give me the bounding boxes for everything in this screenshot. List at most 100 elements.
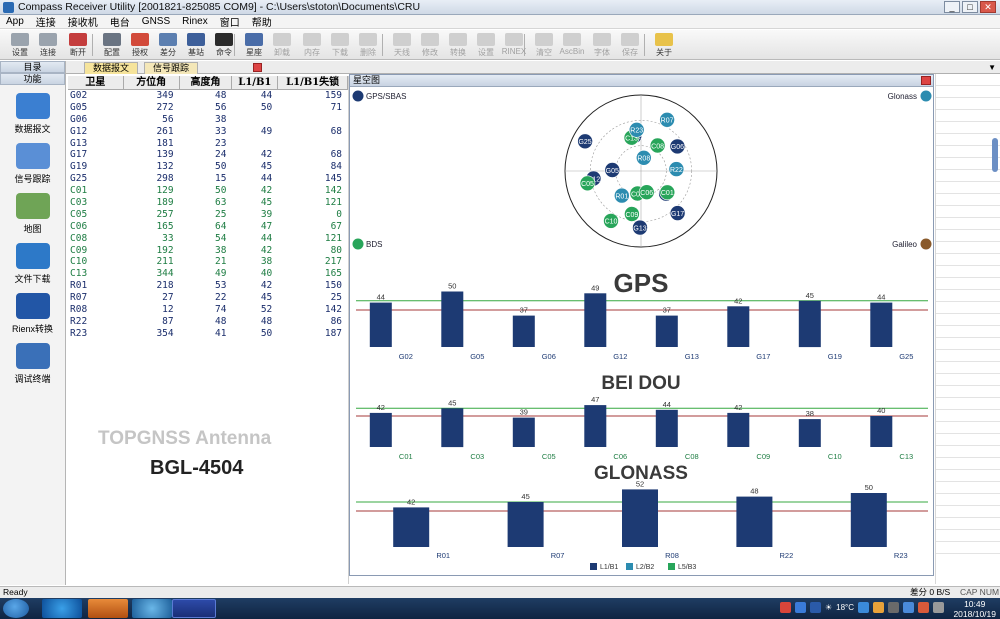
- command-icon: [215, 33, 233, 46]
- search-taskbar-icon[interactable]: [132, 599, 172, 618]
- tab-close-icon[interactable]: [253, 63, 262, 72]
- cell-az: 349: [156, 90, 174, 101]
- skyview-close-icon[interactable]: [921, 76, 931, 85]
- col-elevation[interactable]: 高度角: [180, 76, 233, 89]
- table-row[interactable]: C01 129 50 42 142: [68, 185, 348, 197]
- menu-item-7[interactable]: 帮助: [246, 14, 278, 29]
- menu-item-1[interactable]: 连接: [30, 14, 62, 29]
- toolbar-button-14[interactable]: 修改: [416, 33, 444, 59]
- toolbar-button-19[interactable]: AscBin: [558, 33, 586, 59]
- toolbar-button-6[interactable]: 基站: [182, 33, 210, 59]
- col-l1b1[interactable]: L1/B1: [232, 76, 279, 89]
- minimize-button[interactable]: _: [944, 1, 960, 13]
- toolbar-button-7[interactable]: 命令: [210, 33, 238, 59]
- app-taskbar-icon[interactable]: [88, 599, 128, 618]
- table-row[interactable]: C10 211 21 38 217: [68, 256, 348, 268]
- toolbar-button-15[interactable]: 转换: [444, 33, 472, 59]
- function-header[interactable]: 功能: [0, 73, 65, 85]
- mail-icon: [15, 93, 50, 119]
- legend-label: L1/B1: [600, 564, 618, 571]
- table-row[interactable]: G06 56 38: [68, 114, 348, 126]
- table-row[interactable]: C08 33 54 44 121: [68, 233, 348, 245]
- table-row[interactable]: C06 165 64 47 67: [68, 221, 348, 233]
- cell-el: 48: [214, 90, 227, 101]
- table-row[interactable]: R07 27 22 45 25: [68, 292, 348, 304]
- ie-taskbar-icon[interactable]: [42, 599, 82, 618]
- function-item-1[interactable]: 信号跟踪: [0, 143, 65, 185]
- cru-taskbar-icon[interactable]: [172, 599, 216, 618]
- maximize-button[interactable]: □: [962, 1, 978, 13]
- cell-el: 48: [214, 315, 227, 327]
- table-row[interactable]: G19 132 50 45 84: [68, 161, 348, 173]
- col-lock-loss[interactable]: L1/B1失锁: [278, 76, 348, 89]
- bar-category-label: G12: [613, 352, 627, 361]
- function-item-0[interactable]: 数据报文: [0, 93, 65, 135]
- toolbar-button-11[interactable]: 下载: [326, 33, 354, 59]
- table-row[interactable]: G02 349 48 44 159: [68, 90, 348, 102]
- menu-item-3[interactable]: 电台: [104, 14, 136, 29]
- toolbar-button-22[interactable]: 关于: [650, 33, 678, 59]
- toolbar-button-17[interactable]: RINEX: [500, 33, 528, 59]
- toolbar-button-21[interactable]: 保存: [616, 33, 644, 59]
- toolbar-button-2[interactable]: 断开: [64, 33, 92, 59]
- table-row[interactable]: G05 272 56 50 71: [68, 102, 348, 114]
- shield-icon[interactable]: [858, 602, 869, 613]
- table-row[interactable]: G13 181 23: [68, 138, 348, 150]
- help-icon[interactable]: [794, 602, 806, 613]
- table-row[interactable]: G17 139 24 42 68: [68, 149, 348, 161]
- table-row[interactable]: R23 354 41 50 187: [68, 328, 348, 340]
- function-item-3[interactable]: 文件下载: [0, 243, 65, 285]
- function-item-4[interactable]: Rienx转换: [0, 293, 65, 335]
- weather-icon: ☀: [824, 603, 833, 612]
- menu-item-5[interactable]: Rinex: [176, 16, 214, 27]
- table-row[interactable]: C03 189 63 45 121: [68, 197, 348, 209]
- toolbar-button-16[interactable]: 设置: [472, 33, 500, 59]
- table-row[interactable]: C05 257 25 39 0: [68, 209, 348, 221]
- clock[interactable]: 10:49 2018/10/19: [953, 599, 996, 619]
- table-row[interactable]: R01 218 53 42 150: [68, 280, 348, 292]
- tab-signal-tracking[interactable]: 信号跟踪: [144, 62, 199, 74]
- table-row[interactable]: C13 344 49 40 165: [68, 268, 348, 280]
- toolbar-button-20[interactable]: 字体: [588, 33, 616, 59]
- catalog-header[interactable]: 目录: [0, 61, 65, 73]
- start-button[interactable]: [3, 599, 29, 618]
- flag-icon[interactable]: [918, 602, 929, 613]
- table-row[interactable]: R22 87 48 48 86: [68, 316, 348, 328]
- scrollbar-thumb[interactable]: [992, 138, 998, 172]
- toolbar-button-8[interactable]: 星座: [240, 33, 268, 59]
- table-row[interactable]: G12 261 33 49 68: [68, 126, 348, 138]
- toolbar-button-4[interactable]: 授权: [126, 33, 154, 59]
- volume-icon[interactable]: [933, 602, 944, 613]
- network-icon[interactable]: [888, 602, 899, 613]
- table-row[interactable]: G25 298 15 44 145: [68, 173, 348, 185]
- col-azimuth[interactable]: 方位角: [124, 76, 180, 89]
- toolbar-button-18[interactable]: 清空: [530, 33, 558, 59]
- input-method-icon[interactable]: [779, 602, 791, 613]
- function-item-2[interactable]: 地图: [0, 193, 65, 235]
- menu-item-0[interactable]: App: [0, 16, 30, 27]
- function-item-5[interactable]: 调试终端: [0, 343, 65, 385]
- tab-data-message[interactable]: 数据报文: [84, 62, 139, 74]
- table-row[interactable]: R08 12 74 52 142: [68, 304, 348, 316]
- toolbar-button-1[interactable]: 连接: [34, 33, 62, 59]
- security-icon[interactable]: [903, 602, 914, 613]
- toolbar-button-13[interactable]: 天线: [388, 33, 416, 59]
- menu-item-6[interactable]: 窗口: [214, 14, 246, 29]
- keyboard-icon[interactable]: [809, 602, 821, 613]
- toolbar-button-0[interactable]: 设置: [6, 33, 34, 59]
- cell-sat: C10: [70, 256, 88, 268]
- close-button[interactable]: ✕: [980, 1, 996, 13]
- toolbar-button-5[interactable]: 差分: [154, 33, 182, 59]
- toolbar-button-10[interactable]: 内存: [298, 33, 326, 59]
- app-tray-icon[interactable]: [873, 602, 884, 613]
- col-satellite[interactable]: 卫星: [68, 76, 124, 89]
- tab-dropdown-icon[interactable]: ▼: [988, 63, 996, 72]
- toolbar-button-9[interactable]: 卸载: [268, 33, 296, 59]
- cell-az: 87: [162, 315, 174, 327]
- toolbar-button-3[interactable]: 配置: [98, 33, 126, 59]
- menu-item-4[interactable]: GNSS: [136, 16, 176, 27]
- cell-lock: 0: [336, 208, 343, 220]
- toolbar-button-12[interactable]: 删除: [354, 33, 382, 59]
- table-row[interactable]: C09 192 38 42 80: [68, 245, 348, 257]
- menu-item-2[interactable]: 接收机: [62, 14, 104, 29]
